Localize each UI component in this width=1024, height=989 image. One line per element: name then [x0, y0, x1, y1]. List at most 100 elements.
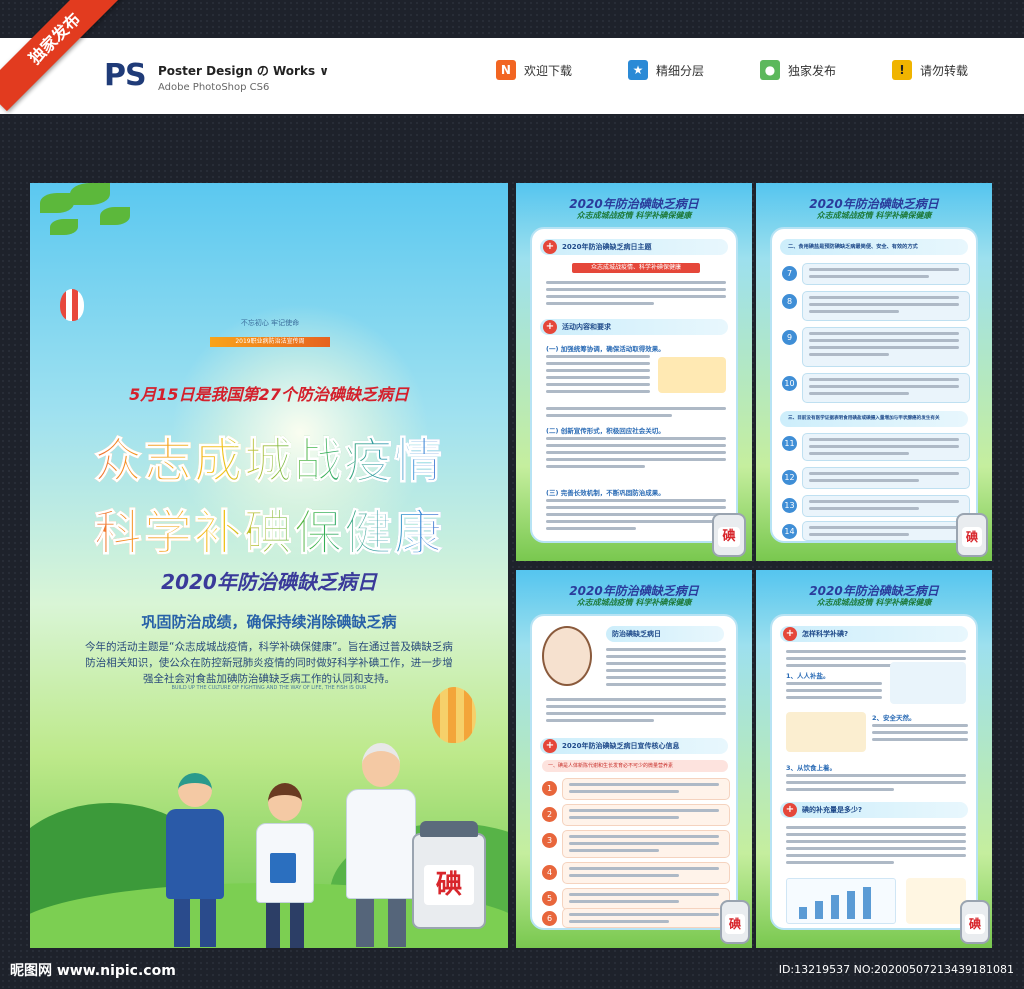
panel-subtitle: 众志成城战疫情 科学补碘保健康	[816, 211, 932, 220]
panel-subtitle: 众志成城战疫情 科学补碘保健康	[816, 598, 932, 607]
number-badge: 4	[542, 865, 557, 880]
panel-subtitle: 众志成城战疫情 科学补碘保健康	[576, 598, 692, 607]
nav-label: 精细分层	[655, 63, 704, 78]
nurse-figure	[250, 783, 320, 948]
panel-4: 2020年防治碘缺乏病日 众志成城战疫情 科学补碘保健康 + 怎样科学补碘? 1…	[756, 570, 992, 948]
section-heading-text: 怎样科学补碘?	[802, 630, 849, 638]
sub-heading: 3、从饮食上着。	[786, 764, 837, 772]
jar-label: 碘	[965, 914, 985, 934]
sub-heading: (三) 完善长效机制，不断巩固防治成果。	[546, 489, 665, 497]
poster-body-text: 今年的活动主题是“众志成城战疫情，科学补碘保健康”。旨在通过普及碘缺乏病防治相关…	[85, 641, 453, 685]
ps-logo: PS	[104, 58, 147, 93]
nav-label: 独家发布	[787, 63, 836, 78]
section-heading: + 碘的补充量是多少?	[780, 802, 968, 818]
header-title: Poster Design の Works ∨	[158, 64, 330, 78]
paragraph	[546, 698, 726, 726]
warning-icon: !	[891, 60, 912, 80]
section-heading-text: 2020年防治碘缺乏病日宣传核心信息	[562, 742, 680, 750]
number-badge: 9	[782, 330, 797, 345]
list-item: 11	[782, 433, 970, 461]
header-nav: N 欢迎下载 ★ 精细分层 ● 独家发布 ! 请勿转载	[495, 60, 1024, 80]
number-badge: 2	[542, 807, 557, 822]
section-heading-text: 2020年防治碘缺乏病日主题	[562, 243, 652, 251]
list-item: 5	[542, 888, 730, 910]
main-title-line1: 众志成城战疫情	[30, 421, 508, 491]
section-heading-text: 碘的补充量是多少?	[802, 806, 863, 814]
footer-logo: 昵图网 www.nipic.com	[10, 963, 176, 979]
paragraph	[872, 724, 968, 745]
section-heading: 三、目前没有医学证据表明食用碘盐或碘摄入量增加与甲状腺癌的发生有关	[780, 411, 968, 427]
section-heading: + 怎样科学补碘?	[780, 626, 968, 642]
iodine-jar: 碘	[412, 821, 486, 929]
panel-card: + 2020年防治碘缺乏病日主题 众志成城战疫情、科学补碘保健康 + 活动内容和…	[530, 227, 738, 543]
section-heading: + 2020年防治碘缺乏病日主题	[540, 239, 728, 255]
number-badge: 10	[782, 376, 797, 391]
list-item: 9	[782, 327, 970, 367]
paragraph	[546, 499, 726, 534]
list-item: 3	[542, 830, 730, 858]
number-badge: 5	[542, 891, 557, 906]
number-badge: 8	[782, 294, 797, 309]
mini-bar-chart	[786, 878, 896, 924]
paragraph	[546, 437, 726, 472]
nav-exclusive[interactable]: ● 独家发布	[759, 60, 836, 80]
n-icon: N	[495, 60, 516, 80]
list-item: 10	[782, 373, 970, 403]
star-icon: ★	[627, 60, 648, 80]
sub-heading: (一) 加强统筹协调，确保活动取得效果。	[546, 345, 665, 353]
paragraph	[786, 826, 966, 868]
number-badge: 3	[542, 833, 557, 848]
paragraph	[786, 682, 882, 703]
paragraph	[546, 355, 650, 397]
list-item: 13	[782, 495, 970, 517]
footer-id: ID:13219537 NO:20200507213439181081	[778, 963, 1014, 976]
sub-heading: (二) 创新宣传形式，积极回应社会关切。	[546, 427, 665, 435]
panel-subtitle: 众志成城战疫情 科学补碘保健康	[576, 211, 692, 220]
jar-label: 碘	[725, 914, 745, 934]
number-badge: 1	[542, 781, 557, 796]
cross-icon: +	[543, 739, 557, 753]
number-badge: 11	[782, 436, 797, 451]
number-badge: 12	[782, 470, 797, 485]
jar-label: 碘	[962, 527, 982, 547]
section-heading: 二、食用碘盐是预防碘缺乏病最简便、安全、有效的方式	[780, 239, 968, 255]
list-item: 4	[542, 862, 730, 884]
jar-label: 碘	[424, 865, 474, 905]
illustration	[906, 878, 966, 924]
section-heading: 防治碘缺乏病日	[606, 626, 724, 642]
nav-download[interactable]: N 欢迎下载	[495, 60, 572, 80]
top-small-text: 不忘初心 牢记使命	[240, 319, 300, 327]
paragraph	[786, 774, 966, 795]
nav-label: 请勿转载	[919, 63, 968, 78]
balloon-icon	[60, 289, 84, 321]
cross-icon: +	[783, 803, 797, 817]
date-line: 5月15日是我国第27个防治碘缺乏病日	[129, 385, 409, 404]
leaf-decoration	[50, 219, 78, 235]
section-heading: + 2020年防治碘缺乏病日宣传核心信息	[540, 738, 728, 754]
list-item: 1	[542, 778, 730, 800]
paragraph	[606, 648, 726, 690]
iodine-jar: 碘	[960, 900, 990, 944]
panel-1: 2020年防治碘缺乏病日 众志成城战疫情 科学补碘保健康 + 2020年防治碘缺…	[516, 183, 752, 561]
doctor-avatar	[542, 626, 592, 686]
list-item: 7	[782, 263, 970, 285]
leaf-decoration	[40, 193, 74, 213]
number-badge: 14	[782, 524, 797, 539]
nav-layers[interactable]: ★ 精细分层	[627, 60, 704, 80]
highlight-bar: 一、碘是人体新陈代谢和生长发育必不可少的微量营养素	[542, 760, 728, 772]
balloon-icon	[432, 687, 476, 743]
leaf-decoration	[70, 183, 110, 205]
nav-no-repost[interactable]: ! 请勿转载	[891, 60, 968, 80]
panel-card: + 怎样科学补碘? 1、人人补盐。 2、安全天然。 3、从饮食上着。 + 碘的补…	[770, 614, 978, 930]
list-item: 6	[542, 908, 730, 928]
section-heading-text: 活动内容和要求	[562, 323, 611, 331]
jar-label: 碘	[718, 527, 740, 547]
nav-label: 欢迎下载	[523, 63, 572, 78]
user-icon: ●	[759, 60, 780, 80]
illustration	[786, 712, 866, 752]
cross-icon: +	[783, 627, 797, 641]
list-item: 14	[782, 521, 970, 541]
paragraph	[546, 281, 726, 309]
header-subtitle: Adobe PhotoShop CS6	[158, 82, 270, 93]
leaf-decoration	[100, 207, 130, 225]
